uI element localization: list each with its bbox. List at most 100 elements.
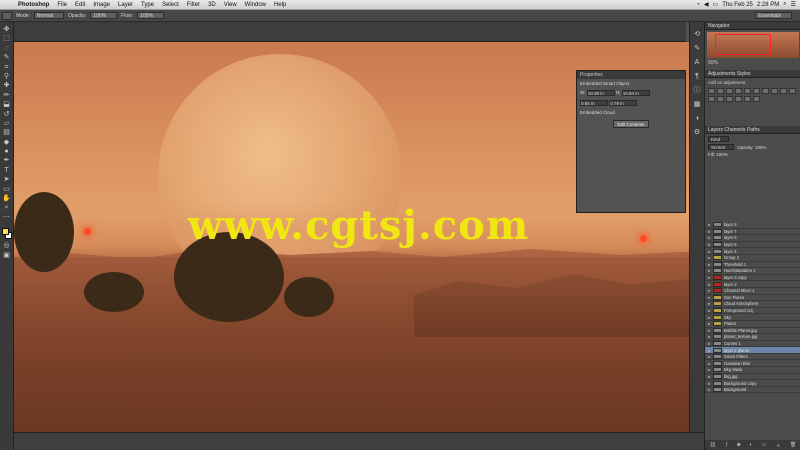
trash-icon[interactable]: 🗑 xyxy=(790,442,796,448)
history-brush-icon[interactable]: ↺ xyxy=(2,111,12,119)
menu-view[interactable]: View xyxy=(220,2,241,8)
layer-row[interactable]: ● Foreground Adj xyxy=(705,308,800,315)
visibility-eye-icon[interactable]: ● xyxy=(705,367,713,372)
visibility-eye-icon[interactable]: ● xyxy=(705,354,713,359)
navigator-thumbnail[interactable] xyxy=(707,32,799,58)
bw-icon[interactable] xyxy=(771,88,778,94)
layer-row[interactable]: ● Planet xyxy=(705,321,800,328)
dodge-tool-icon[interactable]: ● xyxy=(2,148,12,156)
layer-row[interactable]: ● Channel Mixer 1 xyxy=(705,288,800,295)
tab-layers[interactable]: Layers xyxy=(708,127,723,133)
y-field[interactable]: 0.79 in xyxy=(609,100,638,106)
eraser-tool-icon[interactable]: ▱ xyxy=(2,120,12,128)
menu-help[interactable]: Help xyxy=(270,2,290,8)
h-field[interactable]: 10.84 in xyxy=(621,90,650,96)
w-field[interactable]: 10.38 in xyxy=(586,90,615,96)
visibility-eye-icon[interactable]: ● xyxy=(705,262,713,267)
visibility-eye-icon[interactable]: ● xyxy=(705,255,713,260)
crop-tool-icon[interactable]: ⌗ xyxy=(2,64,12,72)
list-icon[interactable]: ☰ xyxy=(791,1,796,8)
layer-opacity[interactable]: Opacity: 100% xyxy=(737,145,766,150)
visibility-eye-icon[interactable]: ● xyxy=(705,295,713,300)
layer-row[interactable]: ● layer 3 xyxy=(705,281,800,288)
curves-icon[interactable] xyxy=(726,88,733,94)
color-swatches[interactable] xyxy=(1,227,13,241)
visibility-eye-icon[interactable]: ● xyxy=(705,282,713,287)
layer-row[interactable]: ● bkg.jpg xyxy=(705,373,800,381)
levels-icon[interactable] xyxy=(717,88,724,94)
color-lookup-icon[interactable] xyxy=(708,96,715,102)
hand-tool-icon[interactable]: ✋ xyxy=(2,195,12,203)
move-tool-icon[interactable]: ✥ xyxy=(2,26,12,34)
new-layer-icon[interactable]: ＋ xyxy=(776,442,781,449)
photo-filter-icon[interactable] xyxy=(780,88,787,94)
visibility-eye-icon[interactable]: ● xyxy=(705,288,713,293)
tool-preset-icon[interactable] xyxy=(2,11,12,20)
visibility-eye-icon[interactable]: ● xyxy=(705,348,713,353)
visibility-eye-icon[interactable]: ● xyxy=(705,308,713,313)
visibility-eye-icon[interactable]: ● xyxy=(705,268,713,273)
visibility-eye-icon[interactable]: ● xyxy=(705,341,713,346)
lasso-tool-icon[interactable]: ◌ xyxy=(2,45,12,53)
properties-title[interactable]: Properties xyxy=(577,71,685,79)
menu-filter[interactable]: Filter xyxy=(183,2,204,8)
visibility-eye-icon[interactable]: ● xyxy=(705,334,713,339)
layer-row[interactable]: ● layer 3 copy xyxy=(705,275,800,282)
stamp-tool-icon[interactable]: ⬓ xyxy=(2,101,12,109)
marquee-tool-icon[interactable]: ⬚ xyxy=(2,35,12,43)
zoom-tool-icon[interactable]: ⌕ xyxy=(2,204,12,212)
posterize-icon[interactable] xyxy=(726,96,733,102)
visibility-eye-icon[interactable]: ● xyxy=(705,321,713,326)
type-tool-icon[interactable]: T xyxy=(2,167,12,175)
brush-presets-icon[interactable]: ✎ xyxy=(692,44,702,54)
layer-fill[interactable]: Fill: 100% xyxy=(708,152,728,157)
character-icon[interactable]: A xyxy=(692,58,702,68)
workspace-select[interactable]: Essentials xyxy=(755,12,792,19)
layer-row[interactable]: ● Threshold 1 xyxy=(705,261,800,269)
visibility-eye-icon[interactable]: ● xyxy=(705,301,713,306)
eyedropper-tool-icon[interactable]: ⚲ xyxy=(2,73,12,81)
visibility-eye-icon[interactable]: ● xyxy=(705,229,713,234)
menu-window[interactable]: Window xyxy=(241,2,270,8)
exposure-icon[interactable] xyxy=(735,88,742,94)
brush-tool-icon[interactable]: ✏ xyxy=(2,92,12,100)
layer-row[interactable]: ● Bubble Planet.jpg xyxy=(705,327,800,335)
gradient-tool-icon[interactable]: ▤ xyxy=(2,129,12,137)
healing-tool-icon[interactable]: ✚ xyxy=(2,82,12,90)
paragraph-icon[interactable]: ¶ xyxy=(692,72,702,82)
visibility-eye-icon[interactable]: ● xyxy=(705,387,713,392)
invert-icon[interactable] xyxy=(717,96,724,102)
layer-row[interactable]: ● Group 2 xyxy=(705,255,800,262)
menubar-time[interactable]: 2:28 PM xyxy=(757,2,779,8)
layer-row[interactable]: ● Smart Filters xyxy=(705,354,800,361)
menu-image[interactable]: Image xyxy=(89,2,114,8)
mask-icon[interactable]: ◙ xyxy=(737,442,740,448)
layer-row[interactable]: ● layer 7 xyxy=(705,228,800,236)
quick-mask-icon[interactable]: ◎ xyxy=(2,242,12,250)
edit-contents-button[interactable]: Edit Contents xyxy=(613,120,649,128)
menu-select[interactable]: Select xyxy=(158,2,183,8)
layer-row[interactable]: ● layer 8 xyxy=(705,222,800,229)
layer-row[interactable]: ● Background xyxy=(705,387,800,394)
blur-tool-icon[interactable]: ◆ xyxy=(2,139,12,147)
pen-tool-icon[interactable]: ✒ xyxy=(2,157,12,165)
menu-layer[interactable]: Layer xyxy=(114,2,137,8)
gradient-map-icon[interactable] xyxy=(744,96,751,102)
shape-tool-icon[interactable]: ▭ xyxy=(2,186,12,194)
layer-row[interactable]: ● Curves 1 xyxy=(705,340,800,348)
tab-channels[interactable]: Channels xyxy=(724,127,745,133)
wifi-icon[interactable]: ◔ xyxy=(696,2,700,8)
layer-row[interactable]: ● Cloud Atmosphere xyxy=(705,301,800,308)
menubar-date[interactable]: Thu Feb 25 xyxy=(722,2,753,8)
navigator-view-box[interactable] xyxy=(715,34,771,55)
foreground-color[interactable] xyxy=(1,228,9,236)
tab-navigator[interactable]: Navigator xyxy=(705,22,800,30)
more-tools-icon[interactable]: ⋯ xyxy=(2,214,12,222)
visibility-eye-icon[interactable]: ● xyxy=(705,249,713,254)
layer-row[interactable]: ● layer 2 planet xyxy=(705,347,800,354)
volume-icon[interactable]: ◀ xyxy=(704,1,709,8)
menu-type[interactable]: Type xyxy=(137,2,158,8)
layer-row[interactable]: ● planet_texture.jpg xyxy=(705,334,800,341)
tab-paths[interactable]: Paths xyxy=(747,127,760,133)
layer-row[interactable]: ● Sky xyxy=(705,314,800,321)
